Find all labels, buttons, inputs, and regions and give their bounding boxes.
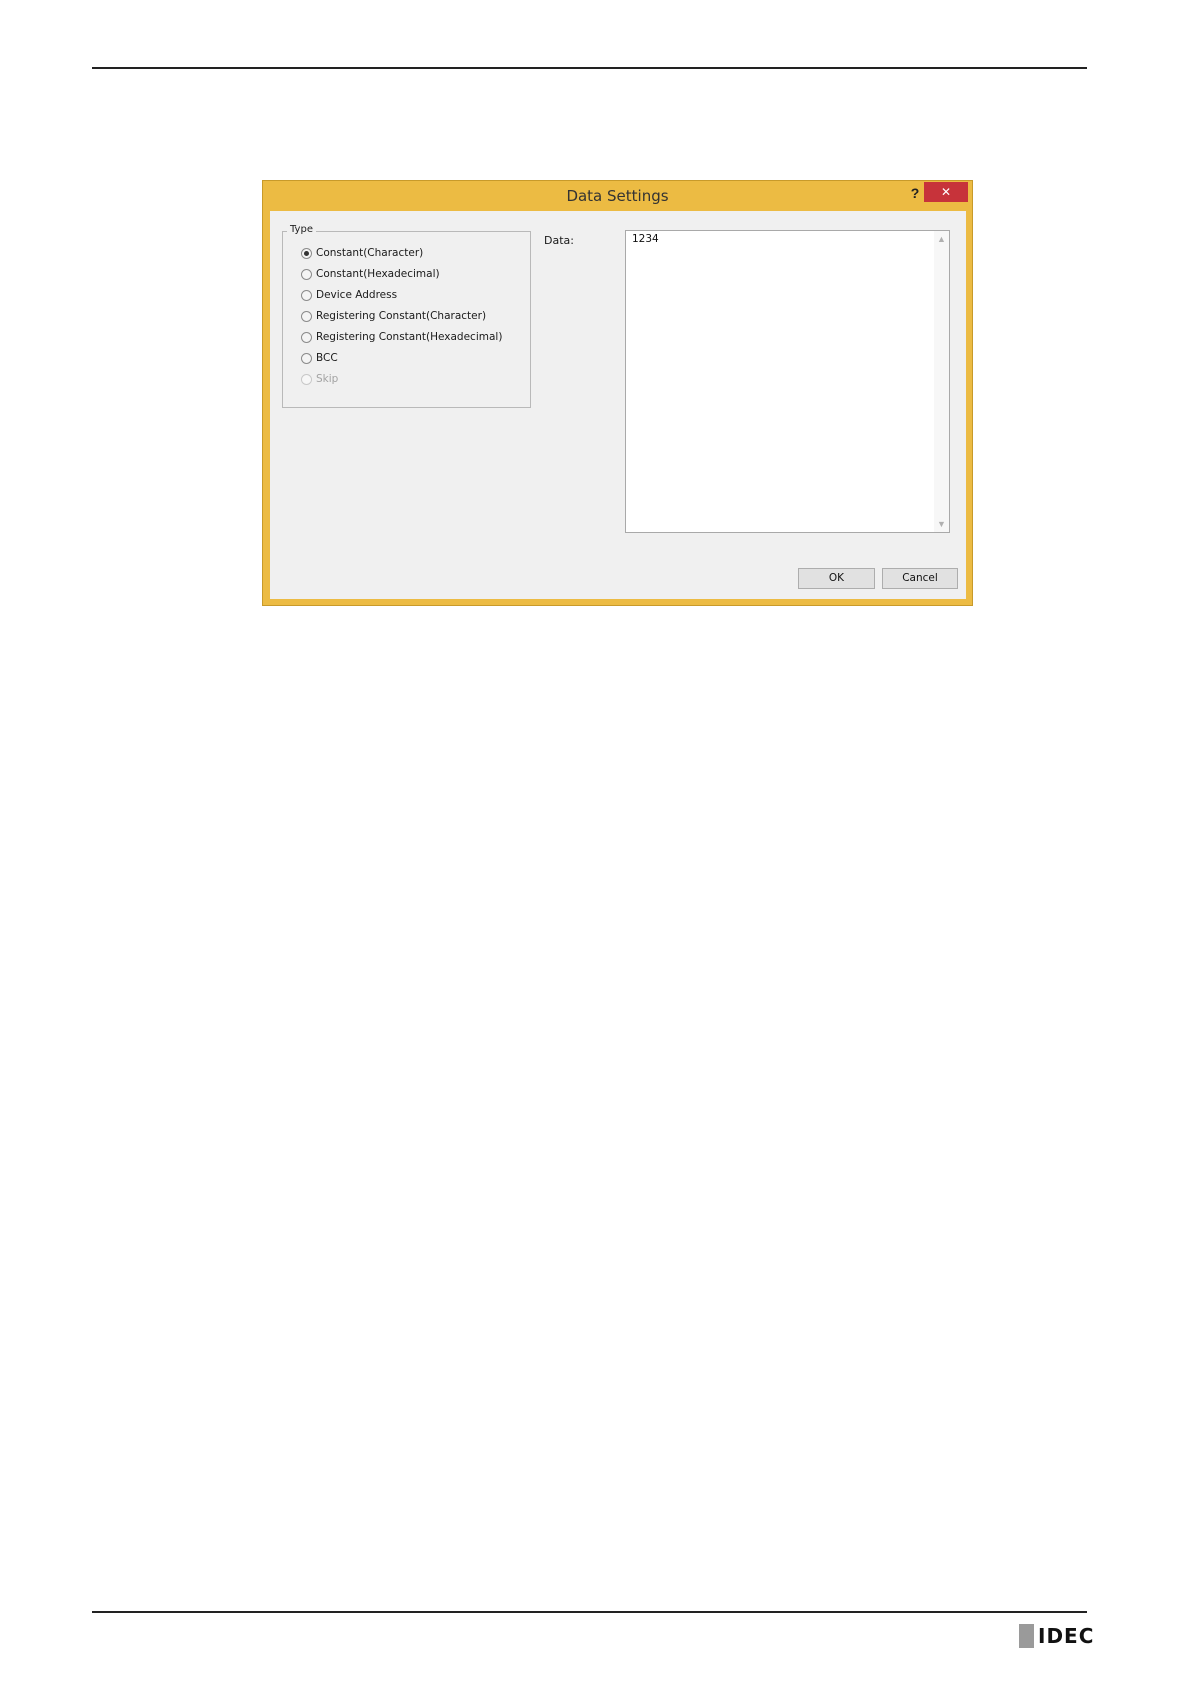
radio-label: Device Address: [316, 289, 398, 301]
radio-button[interactable]: [301, 289, 312, 301]
data-label: Data:: [544, 234, 574, 247]
dialog-title: Data Settings: [566, 187, 669, 205]
data-value: 1234: [632, 233, 659, 245]
radio-label: Constant(Character): [316, 247, 424, 259]
vertical-scrollbar[interactable]: ▲ ▼: [934, 231, 949, 532]
header-rule: [92, 67, 1087, 69]
data-settings-dialog: Data Settings ? ✕ Type Constant(Characte…: [262, 180, 973, 606]
type-group: Type Constant(Character) Constant(Hexade…: [282, 224, 531, 408]
dialog-titlebar[interactable]: Data Settings ? ✕: [263, 181, 972, 211]
scroll-up-icon[interactable]: ▲: [934, 232, 949, 246]
radio-button-disabled: [301, 373, 312, 385]
radio-label: Skip: [316, 373, 339, 385]
data-textarea[interactable]: 1234 ▲ ▼: [625, 230, 950, 533]
radio-skip: Skip: [301, 370, 338, 388]
close-button[interactable]: ✕: [924, 182, 968, 202]
radio-constant-hexadecimal[interactable]: Constant(Hexadecimal): [301, 265, 440, 283]
dialog-body: Type Constant(Character) Constant(Hexade…: [270, 211, 966, 599]
radio-constant-character[interactable]: Constant(Character): [301, 244, 423, 262]
radio-label: Constant(Hexadecimal): [316, 268, 440, 280]
radio-button[interactable]: [301, 310, 312, 322]
ok-button[interactable]: OK: [798, 568, 875, 589]
radio-label: Registering Constant(Character): [316, 310, 487, 322]
radio-button[interactable]: [301, 268, 312, 280]
logo-text: IDEC: [1038, 1624, 1095, 1648]
radio-button[interactable]: [301, 331, 312, 343]
radio-label: Registering Constant(Hexadecimal): [316, 331, 503, 343]
radio-bcc[interactable]: BCC: [301, 349, 338, 367]
radio-registering-constant-character[interactable]: Registering Constant(Character): [301, 307, 486, 325]
type-group-legend: Type: [287, 224, 316, 235]
footer-rule: [92, 1611, 1087, 1613]
cancel-button[interactable]: Cancel: [882, 568, 958, 589]
radio-device-address[interactable]: Device Address: [301, 286, 397, 304]
close-icon: ✕: [940, 185, 952, 199]
radio-button-checked[interactable]: [301, 247, 312, 259]
radio-label: BCC: [316, 352, 338, 364]
radio-registering-constant-hexadecimal[interactable]: Registering Constant(Hexadecimal): [301, 328, 502, 346]
radio-button[interactable]: [301, 352, 312, 364]
logo-mark-icon: [1019, 1624, 1034, 1648]
idec-logo: IDEC: [1019, 1624, 1094, 1648]
scroll-down-icon[interactable]: ▼: [934, 517, 949, 531]
